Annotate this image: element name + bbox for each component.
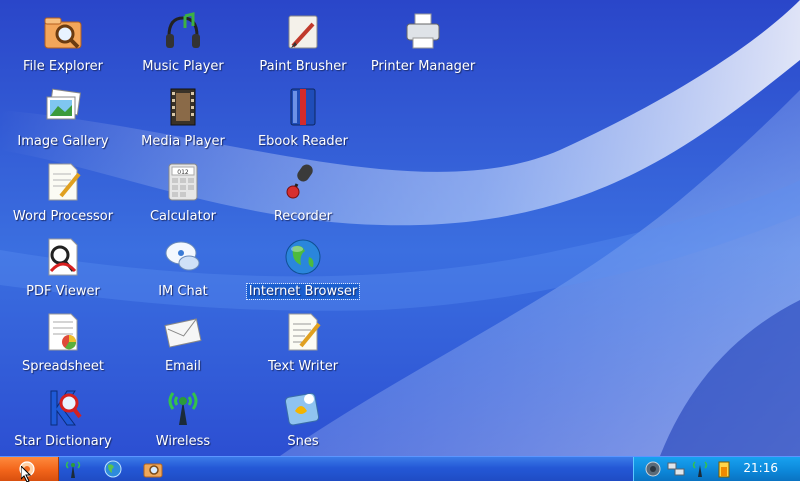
desktop-icon-ebook-reader[interactable]: Ebook Reader [243, 81, 363, 156]
desktop-icon-label: Recorder [273, 209, 333, 224]
desktop-icon-label: Paint Brusher [259, 59, 347, 74]
folder-magnifier-icon [143, 463, 163, 478]
chat-bubbles-icon [165, 241, 200, 271]
envelope-icon [164, 318, 202, 348]
desktop: File Explorer Music Player Paint Brusher Pr… [0, 0, 800, 456]
desktop-icon-label: IM Chat [158, 284, 208, 299]
game-icon [284, 392, 320, 426]
desktop-icon-word-processor[interactable]: Word Processor [3, 156, 123, 231]
desktop-icon-media-player[interactable]: Media Player [123, 81, 243, 156]
speaker-icon[interactable] [644, 459, 664, 479]
wireless-signal-icon[interactable] [690, 459, 710, 479]
desktop-icon-label: Internet Browser [245, 283, 361, 300]
desktop-icon-file-explorer[interactable]: File Explorer [3, 6, 123, 81]
desktop-icon-internet-browser[interactable]: Internet Browser [243, 231, 363, 306]
spreadsheet-icon [48, 313, 78, 351]
desktop-icon-label: Media Player [141, 134, 225, 149]
desktop-icon-label: Printer Manager [370, 59, 476, 74]
desktop-icon-label: Text Writer [267, 359, 339, 374]
desktop-icon-printer-manager[interactable]: Printer Manager [363, 6, 483, 81]
calculator-display-text: 012 [177, 169, 189, 176]
headphones-icon [166, 12, 200, 48]
desktop-icon-recorder[interactable]: Recorder [243, 156, 363, 231]
desktop-icon-spreadsheet[interactable]: Spreadsheet [3, 306, 123, 381]
network-icon[interactable] [666, 459, 686, 479]
wireless-antenna-icon [65, 461, 81, 478]
wireless-antenna-icon [168, 392, 198, 425]
desktop-icon-label: Wireless [155, 434, 211, 449]
desktop-icon-music-player[interactable]: Music Player [123, 6, 243, 81]
desktop-icon-paint-brusher[interactable]: Paint Brusher [243, 6, 363, 81]
desktop-icon-label: PDF Viewer [26, 284, 100, 299]
desktop-icon-label: File Explorer [22, 59, 103, 74]
desktop-icon-label: Star Dictionary [14, 434, 112, 449]
globe-icon [285, 239, 321, 275]
desktop-icon-image-gallery[interactable]: Image Gallery [3, 81, 123, 156]
desktop-icon-snes[interactable]: Snes [243, 381, 363, 456]
desktop-icon-label: Image Gallery [17, 134, 109, 149]
system-tray: 21:16 [633, 457, 800, 481]
text-pencil-icon [288, 313, 321, 351]
desktop-icon-wireless[interactable]: Wireless [123, 381, 243, 456]
printer-icon [406, 13, 440, 49]
quicklaunch-browser[interactable] [102, 459, 124, 479]
document-pencil-icon [48, 163, 81, 201]
battery-icon[interactable] [714, 459, 734, 479]
microphone-icon [286, 164, 313, 199]
desktop-icon-label: Spreadsheet [22, 359, 104, 374]
desktop-icon-label: Ebook Reader [257, 134, 349, 149]
desktop-icon-pdf-viewer[interactable]: PDF Viewer [3, 231, 123, 306]
dictionary-icon [50, 390, 82, 426]
film-strip-icon [170, 88, 196, 126]
book-icon [290, 88, 316, 126]
desktop-icon-star-dictionary[interactable]: Star Dictionary [3, 381, 123, 456]
desktop-icon-label: Music Player [142, 59, 224, 74]
clock[interactable]: 21:16 [743, 461, 778, 475]
quicklaunch-file-explorer[interactable] [142, 459, 164, 479]
desktop-icon-calculator[interactable]: 012 Calculator [123, 156, 243, 231]
photos-icon [46, 88, 81, 120]
globe-icon [104, 460, 122, 478]
taskbar: 21:16 [0, 456, 800, 481]
desktop-icon-im-chat[interactable]: IM Chat [123, 231, 243, 306]
calculator-icon: 012 [168, 163, 198, 201]
desktop-icon-text-writer[interactable]: Text Writer [243, 306, 363, 381]
desktop-icon-label: Snes [287, 434, 319, 449]
pdf-icon [48, 238, 78, 276]
desktop-icon-label: Calculator [149, 209, 216, 224]
desktop-icon-label: Word Processor [12, 209, 114, 224]
quicklaunch-wireless[interactable] [62, 459, 84, 479]
folder-magnifier-icon [44, 17, 82, 49]
paint-brush-icon [288, 15, 318, 49]
desktop-icon-label: Email [164, 359, 202, 374]
desktop-icon-email[interactable]: Email [123, 306, 243, 381]
